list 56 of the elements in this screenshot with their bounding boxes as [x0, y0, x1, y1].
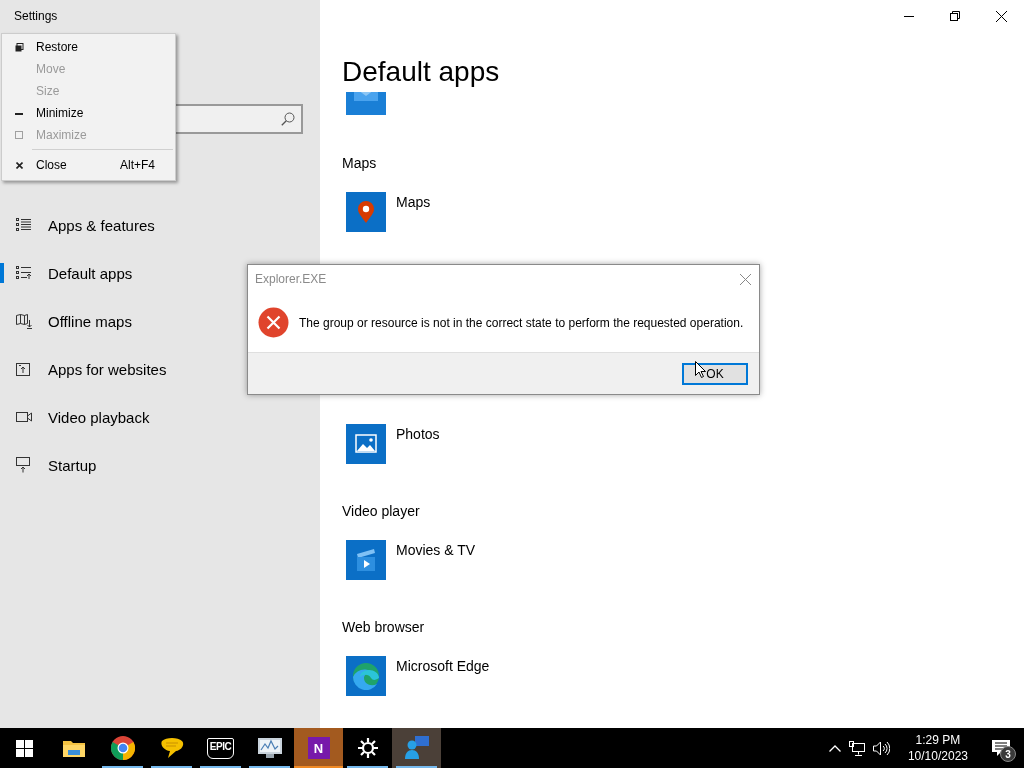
close-icon: [15, 161, 23, 169]
app-name[interactable]: Maps: [396, 192, 431, 212]
minimize-icon: [15, 111, 23, 115]
speech-bubble-icon[interactable]: [159, 737, 184, 759]
section-heading: Video player: [342, 502, 420, 521]
shortcut-text: Alt+F4: [120, 158, 155, 172]
menu-item[interactable]: Close Alt+F4: [2, 153, 175, 177]
photos-icon: [346, 424, 386, 464]
app-name[interactable]: Movies & TV: [396, 540, 476, 560]
mouse-cursor-icon: [695, 361, 706, 378]
people-icon[interactable]: [403, 735, 430, 761]
folder-icon[interactable]: [62, 739, 85, 757]
minimize-icon: [904, 15, 914, 17]
map-download-icon: [16, 313, 32, 329]
epic-logo[interactable]: EPIC: [206, 737, 235, 759]
restore-icon: [14, 42, 24, 52]
monitor-arrow-icon: [16, 457, 30, 473]
dialog-title: Explorer.EXE: [255, 272, 327, 286]
video-camera-icon: [16, 412, 32, 422]
section-heading: Maps: [342, 154, 377, 173]
list-arrow-icon: [16, 266, 32, 280]
app-name[interactable]: Photos: [396, 424, 440, 444]
close-icon: [995, 10, 1007, 22]
section-heading: Web browser: [342, 618, 425, 637]
page-title: Default apps: [342, 55, 500, 89]
sidebar-item[interactable]: Apps for websites: [0, 345, 320, 393]
error-message: The group or resource is not in the correct state to perform the requested operation.: [299, 315, 744, 330]
list-icon: [16, 218, 32, 232]
maximize-icon: [15, 131, 23, 139]
error-icon: [258, 307, 289, 338]
clock-date[interactable]: 10/10/2023: [907, 748, 968, 764]
notifications-button[interactable]: 3: [986, 728, 1016, 768]
search-icon: [281, 112, 295, 126]
movies-icon: [346, 540, 386, 580]
monitor-chart-icon[interactable]: [256, 737, 283, 759]
app-name[interactable]: Microsoft Edge: [396, 656, 490, 676]
speaker-icon[interactable]: [872, 740, 890, 756]
chevron-up-icon[interactable]: [828, 744, 841, 752]
window-title: Settings: [13, 8, 58, 25]
sidebar-item[interactable]: Video playback: [0, 393, 320, 441]
notebook-icon[interactable]: N: [307, 737, 330, 759]
edge-icon: [346, 656, 386, 696]
close-icon[interactable]: [740, 273, 751, 285]
windows-logo-icon: [16, 739, 33, 757]
clock-time[interactable]: 1:29 PM: [915, 732, 961, 748]
settings-icon[interactable]: [357, 738, 378, 758]
map-pin-icon: [346, 192, 386, 232]
sidebar-item[interactable]: Startup: [0, 441, 320, 489]
sidebar-item[interactable]: Apps & features: [0, 201, 320, 249]
browser-icon[interactable]: [110, 736, 135, 760]
network-icon[interactable]: [848, 740, 865, 756]
menu-item[interactable]: Restore: [2, 36, 175, 58]
restore-icon: [950, 11, 960, 21]
ok-button[interactable]: OK: [682, 362, 748, 385]
menu-item[interactable]: Minimize: [2, 102, 175, 124]
notification-count: 3: [1000, 746, 1016, 762]
